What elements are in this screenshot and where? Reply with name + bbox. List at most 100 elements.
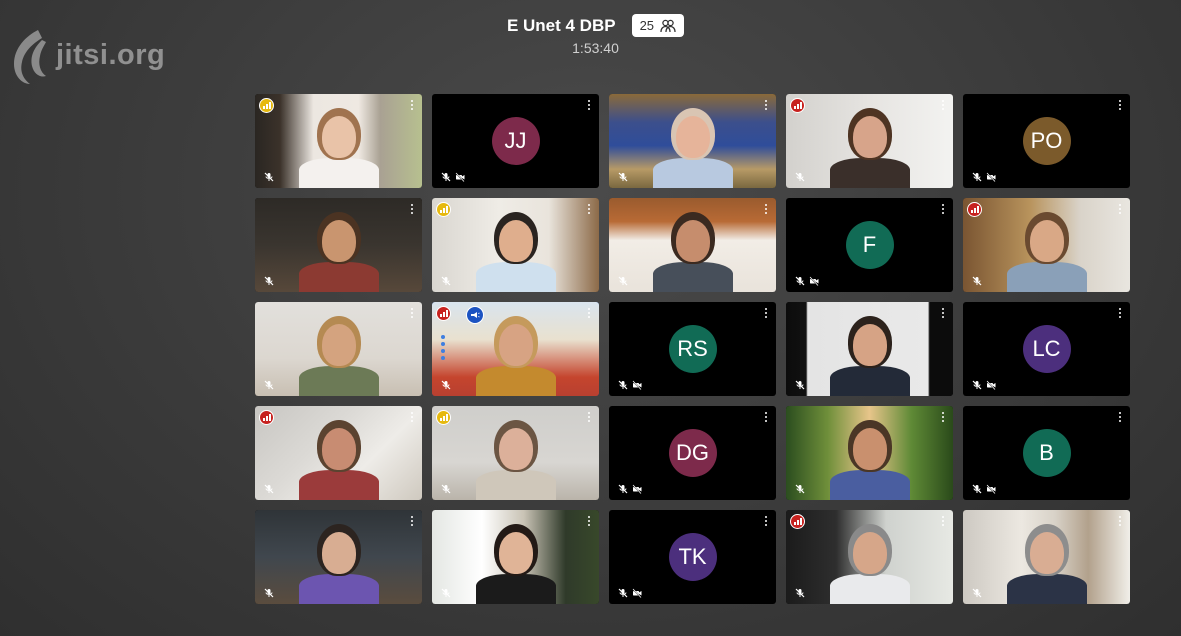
participant-tile[interactable]	[432, 302, 599, 396]
camera-off-icon	[986, 484, 996, 494]
connection-indicator-icon[interactable]	[436, 202, 451, 217]
participant-tile[interactable]: JJ	[432, 94, 599, 188]
tile-menu-icon[interactable]	[1119, 308, 1123, 318]
tile-menu-icon[interactable]	[942, 100, 946, 110]
tile-menu-icon[interactable]	[1119, 516, 1123, 526]
tile-menu-icon[interactable]	[942, 204, 946, 214]
tile-menu-icon[interactable]	[588, 412, 592, 422]
participant-count-button[interactable]: 25	[631, 14, 685, 37]
participant-tile[interactable]	[786, 302, 953, 396]
tile-status-icons	[795, 484, 805, 494]
participant-tile[interactable]	[432, 510, 599, 604]
connection-indicator-icon[interactable]	[436, 306, 451, 321]
tile-menu-icon[interactable]	[765, 308, 769, 318]
connection-indicator-icon[interactable]	[259, 98, 274, 113]
audio-level-indicator	[441, 335, 445, 360]
participant-body	[1006, 574, 1087, 604]
tile-menu-icon[interactable]	[1119, 412, 1123, 422]
participant-face	[1029, 532, 1064, 574]
participant-tile[interactable]	[963, 198, 1130, 292]
participant-video	[432, 198, 599, 292]
participant-body	[652, 262, 733, 292]
tile-menu-icon[interactable]	[765, 100, 769, 110]
connection-indicator-icon[interactable]	[790, 514, 805, 529]
tile-menu-icon[interactable]	[411, 308, 415, 318]
participant-face	[852, 116, 887, 158]
participant-tile[interactable]	[786, 94, 953, 188]
participant-face	[498, 220, 533, 262]
tile-menu-icon[interactable]	[942, 308, 946, 318]
participant-tile[interactable]	[786, 406, 953, 500]
participant-video	[786, 94, 953, 188]
mic-muted-icon	[795, 484, 805, 494]
participant-tile[interactable]	[255, 198, 422, 292]
participant-face	[498, 324, 533, 366]
tile-menu-icon[interactable]	[588, 308, 592, 318]
participant-tile[interactable]	[432, 406, 599, 500]
tile-status-icons	[441, 380, 451, 390]
connection-indicator-icon[interactable]	[967, 202, 982, 217]
participant-body	[829, 574, 910, 604]
participant-tile[interactable]	[255, 94, 422, 188]
tile-menu-icon[interactable]	[942, 516, 946, 526]
tile-menu-icon[interactable]	[588, 100, 592, 110]
tile-status-icons	[264, 172, 274, 182]
participant-video	[963, 510, 1130, 604]
mic-muted-icon	[441, 276, 451, 286]
tile-menu-icon[interactable]	[588, 204, 592, 214]
tile-menu-icon[interactable]	[588, 516, 592, 526]
participant-body	[298, 470, 379, 500]
participant-video	[255, 510, 422, 604]
participant-video	[786, 302, 953, 396]
tile-menu-icon[interactable]	[942, 412, 946, 422]
participant-tile[interactable]: RS	[609, 302, 776, 396]
participant-tile[interactable]: B	[963, 406, 1130, 500]
tile-menu-icon[interactable]	[765, 516, 769, 526]
tile-menu-icon[interactable]	[411, 204, 415, 214]
connection-indicator-icon[interactable]	[790, 98, 805, 113]
tile-status-icons	[441, 588, 451, 598]
tile-menu-icon[interactable]	[1119, 204, 1123, 214]
meeting-timer: 1:53:40	[572, 40, 619, 56]
mic-muted-icon	[972, 276, 982, 286]
participant-tile[interactable]	[255, 302, 422, 396]
camera-off-icon	[632, 380, 642, 390]
mic-muted-icon	[972, 380, 982, 390]
camera-off-icon	[632, 484, 642, 494]
mic-muted-icon	[264, 588, 274, 598]
mic-muted-icon	[441, 380, 451, 390]
participant-tile[interactable]	[255, 406, 422, 500]
tile-status-icons	[795, 588, 805, 598]
tile-menu-icon[interactable]	[411, 100, 415, 110]
tile-menu-icon[interactable]	[1119, 100, 1123, 110]
mic-muted-icon	[441, 484, 451, 494]
connection-indicator-icon[interactable]	[436, 410, 451, 425]
tile-menu-icon[interactable]	[765, 204, 769, 214]
mic-muted-icon	[618, 172, 628, 182]
participant-face	[321, 324, 356, 366]
tile-status-icons	[972, 380, 996, 390]
participant-tile[interactable]: TK	[609, 510, 776, 604]
tile-status-icons	[618, 276, 628, 286]
connection-indicator-icon[interactable]	[259, 410, 274, 425]
participant-tile[interactable]: DG	[609, 406, 776, 500]
participant-tile[interactable]	[609, 198, 776, 292]
tile-menu-icon[interactable]	[765, 412, 769, 422]
participant-tile[interactable]: LC	[963, 302, 1130, 396]
participant-face	[321, 532, 356, 574]
participant-tile[interactable]	[432, 198, 599, 292]
participant-video	[432, 302, 599, 396]
participant-video	[609, 198, 776, 292]
participant-tile[interactable]	[609, 94, 776, 188]
participant-tile[interactable]	[255, 510, 422, 604]
participant-video	[786, 510, 953, 604]
participant-tile[interactable]	[786, 510, 953, 604]
tile-status-icons	[441, 276, 451, 286]
tile-menu-icon[interactable]	[411, 412, 415, 422]
tile-status-icons	[618, 380, 642, 390]
participant-tile[interactable]: F	[786, 198, 953, 292]
participant-count: 25	[639, 18, 655, 33]
participant-tile[interactable]	[963, 510, 1130, 604]
participant-tile[interactable]: PO	[963, 94, 1130, 188]
tile-menu-icon[interactable]	[411, 516, 415, 526]
